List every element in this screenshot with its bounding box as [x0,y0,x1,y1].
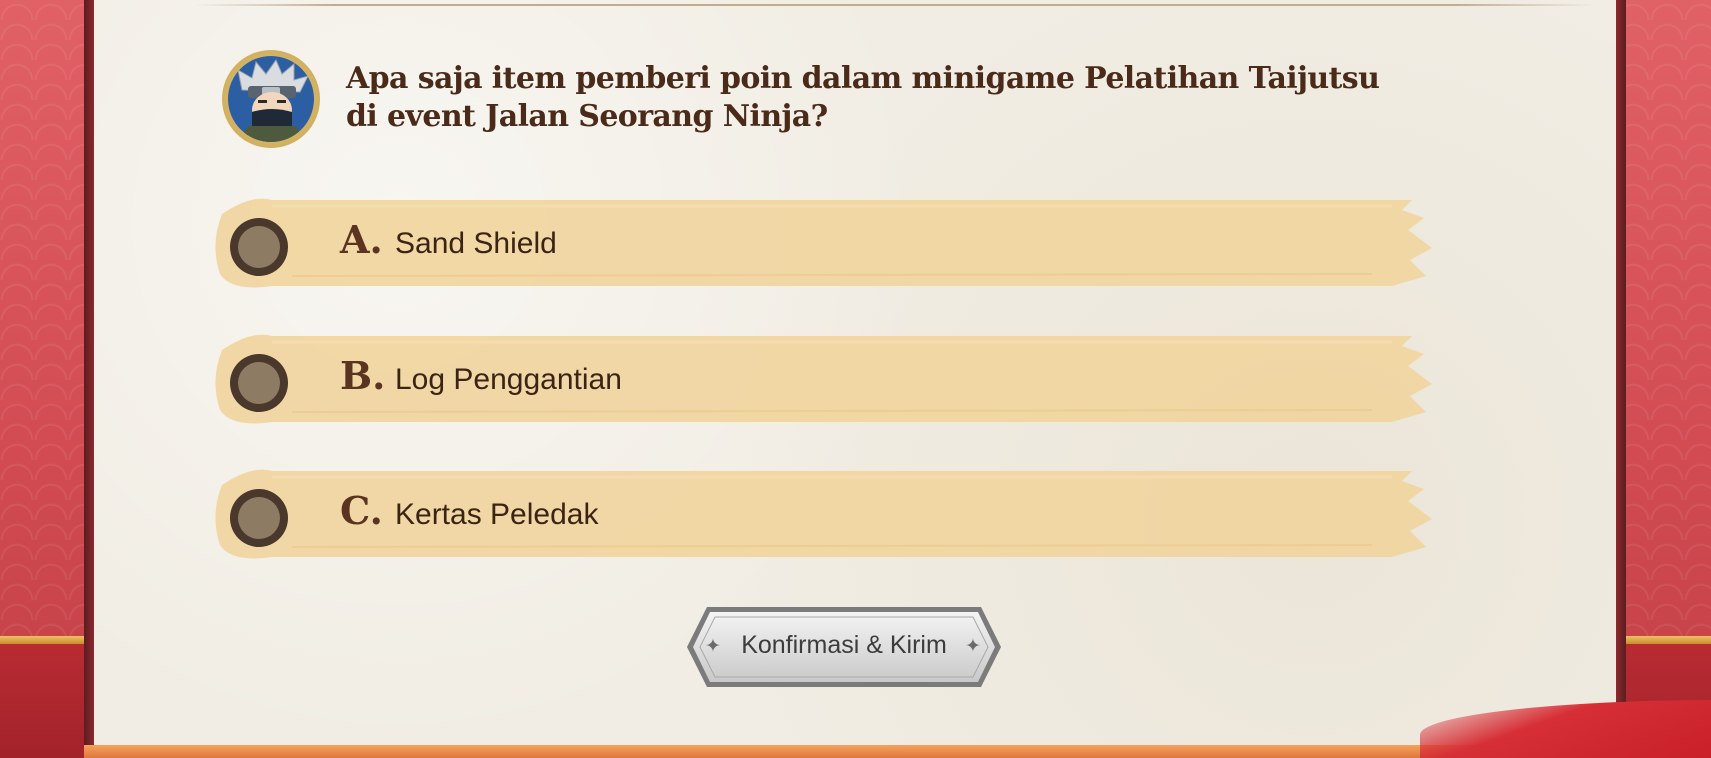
option-a[interactable]: A. Sand Shield [212,196,1432,292]
left-side-panel [0,0,92,758]
radio-dot [238,226,280,268]
shuriken-icon-left: ✦ [705,635,721,657]
quiz-screen: Apa saja item pemberi poin dalam minigam… [0,0,1711,758]
paper-bottom-trim [84,745,1626,758]
right-side-panel [1616,0,1711,758]
option-c[interactable]: C. Kertas Peledak [212,467,1432,563]
option-c-text: Kertas Peledak [395,498,599,531]
left-frame-edge [84,0,94,758]
option-b-text: Log Penggantian [395,363,622,396]
ninja-portrait-icon [237,58,309,142]
option-b[interactable]: B. Log Penggantian [212,332,1432,428]
option-b-letter: B. [340,353,386,398]
question-text: Apa saja item pemberi poin dalam minigam… [346,61,1380,134]
confirm-submit-button[interactable]: ✦ Konfirmasi & Kirim ✦ [685,605,1003,689]
ninja-character-icon [222,50,320,148]
left-lower-panel [0,644,92,758]
top-divider [194,4,1596,6]
option-b-radio[interactable] [230,354,288,412]
radio-dot [238,497,280,539]
option-a-text: Sand Shield [395,227,557,260]
avatar-portrait [228,56,314,142]
left-gold-trim [0,636,92,644]
confirm-button-label: Konfirmasi & Kirim [741,631,947,659]
radio-dot [238,362,280,404]
option-a-letter: A. [340,217,383,262]
right-frame-edge [1616,0,1626,758]
shuriken-icon-right: ✦ [965,635,981,657]
right-gold-trim [1616,636,1711,644]
option-c-radio[interactable] [230,489,288,547]
option-a-radio[interactable] [230,218,288,276]
option-c-letter: C. [340,488,383,533]
